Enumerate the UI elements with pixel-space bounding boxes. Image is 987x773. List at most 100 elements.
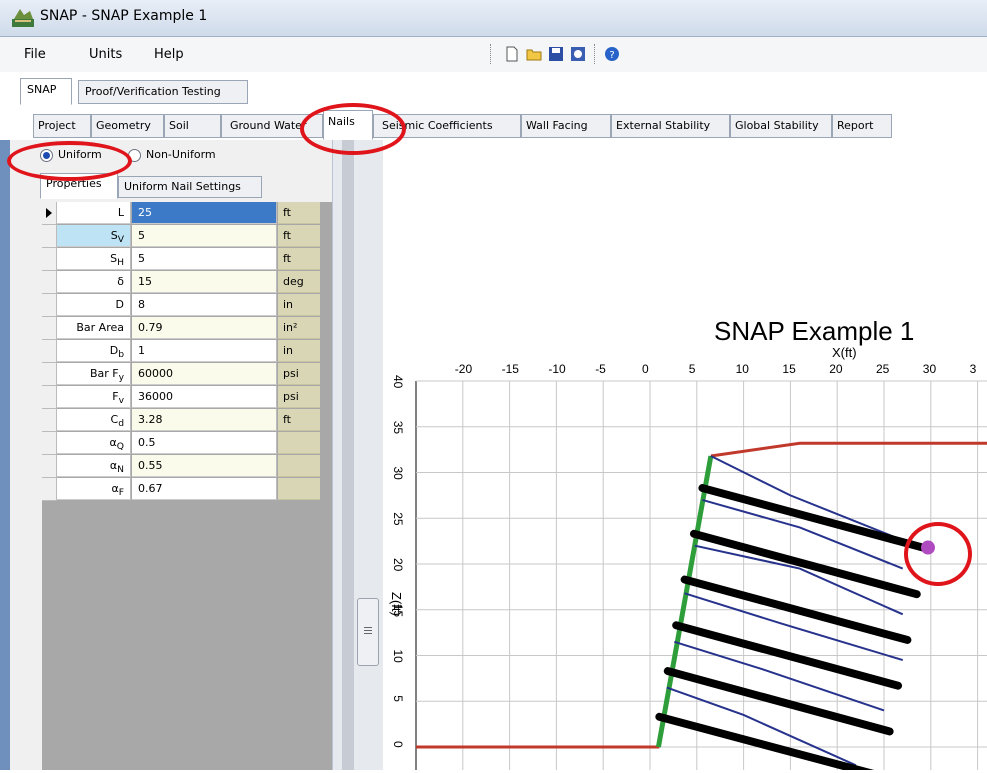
- tab-project[interactable]: Project: [33, 114, 91, 138]
- property-unit: ft: [278, 248, 320, 270]
- property-row[interactable]: Fv 36000 psi: [42, 386, 332, 409]
- property-name-text: D: [109, 344, 119, 357]
- property-value[interactable]: 0.55: [132, 455, 277, 477]
- row-header[interactable]: [42, 432, 57, 455]
- property-row[interactable]: αF 0.67: [42, 478, 332, 501]
- property-row[interactable]: SV 5 ft: [42, 225, 332, 248]
- tab-uniform-nail-settings[interactable]: Uniform Nail Settings: [118, 176, 262, 198]
- snap-app-icon: [12, 9, 34, 27]
- row-header[interactable]: [42, 455, 57, 478]
- property-row[interactable]: Bar Area 0.79 in²: [42, 317, 332, 340]
- z-tick-label: 5: [391, 695, 405, 702]
- menu-file[interactable]: File: [24, 47, 46, 62]
- open-folder-icon[interactable]: [526, 46, 542, 62]
- x-tick-label: 25: [876, 362, 890, 376]
- title-bar: SNAP - SNAP Example 1: [0, 0, 987, 37]
- row-header[interactable]: [42, 409, 57, 432]
- new-file-icon[interactable]: [504, 46, 520, 62]
- row-header[interactable]: [42, 225, 57, 248]
- property-unit: in: [278, 294, 320, 316]
- tab-wall-facing[interactable]: Wall Facing: [521, 114, 611, 138]
- property-row[interactable]: Bar Fy 60000 psi: [42, 363, 332, 386]
- tab-label: Project: [38, 119, 76, 132]
- property-name-text: D: [115, 298, 124, 311]
- splitter-handle[interactable]: [357, 598, 379, 666]
- x-tick-label: 20: [829, 362, 843, 376]
- row-header[interactable]: [42, 340, 57, 363]
- property-unit: psi: [278, 363, 320, 385]
- tab-snap-label: SNAP: [27, 83, 57, 96]
- property-unit: ft: [278, 225, 320, 247]
- property-row[interactable]: αQ 0.5: [42, 432, 332, 455]
- property-name-text: α: [111, 482, 119, 495]
- svg-text:?: ?: [609, 50, 614, 61]
- property-row[interactable]: L 25 ft: [42, 202, 332, 225]
- property-value[interactable]: 8: [132, 294, 277, 316]
- row-header[interactable]: [42, 248, 57, 271]
- tab-geometry[interactable]: Geometry: [91, 114, 164, 138]
- print-preview-icon[interactable]: [570, 46, 586, 62]
- save-icon[interactable]: [548, 46, 564, 62]
- tab-soil[interactable]: Soil: [164, 114, 221, 138]
- property-row[interactable]: Cd 3.28 ft: [42, 409, 332, 432]
- property-value[interactable]: 15: [132, 271, 277, 293]
- splitter-bar[interactable]: [342, 140, 354, 770]
- menu-bar: File Units Help ?: [0, 37, 987, 72]
- tab-label: External Stability: [616, 119, 711, 132]
- property-value[interactable]: 0.67: [132, 478, 277, 500]
- property-row[interactable]: δ 15 deg: [42, 271, 332, 294]
- uniform-highlight-circle: [7, 141, 132, 181]
- row-header[interactable]: [42, 202, 57, 225]
- property-value[interactable]: 0.5: [132, 432, 277, 454]
- property-row[interactable]: Db 1 in: [42, 340, 332, 363]
- z-tick-label: 0: [391, 741, 405, 748]
- tab-global-stability[interactable]: Global Stability: [730, 114, 832, 138]
- property-row[interactable]: D 8 in: [42, 294, 332, 317]
- help-icon[interactable]: ?: [604, 46, 620, 62]
- tab-label: Wall Facing: [526, 119, 588, 132]
- row-header[interactable]: [42, 271, 57, 294]
- property-value[interactable]: 1: [132, 340, 277, 362]
- tab-label: Global Stability: [735, 119, 819, 132]
- property-name: L: [57, 202, 131, 224]
- row-header[interactable]: [42, 317, 57, 340]
- x-tick-label: -20: [455, 362, 473, 376]
- property-name-text: Bar Area: [76, 321, 124, 334]
- panel-splitter: [333, 140, 383, 770]
- property-value[interactable]: 60000: [132, 363, 277, 385]
- row-header[interactable]: [42, 478, 57, 501]
- z-tick-label: 20: [391, 558, 405, 572]
- tab-proof-label: Proof/Verification Testing: [85, 85, 221, 98]
- property-name: Bar Fy: [57, 363, 131, 385]
- menu-help[interactable]: Help: [154, 47, 184, 62]
- x-tick-label: 30: [923, 362, 937, 376]
- property-value[interactable]: 36000: [132, 386, 277, 408]
- toolbar-separator: [490, 44, 493, 64]
- x-tick-label: 0: [642, 362, 649, 376]
- z-axis-label: Z(ft): [389, 592, 404, 616]
- menu-units[interactable]: Units: [89, 47, 122, 62]
- nails-properties-panel: Uniform Non-Uniform Properties Uniform N…: [10, 140, 333, 770]
- property-row[interactable]: αN 0.55: [42, 455, 332, 478]
- main-tab-strip: SNAP Proof/Verification Testing: [0, 72, 987, 107]
- row-header[interactable]: [42, 386, 57, 409]
- property-row[interactable]: SH 5 ft: [42, 248, 332, 271]
- x-tick-label: 5: [689, 362, 696, 376]
- property-value[interactable]: 5: [132, 248, 277, 270]
- z-tick-label: 35: [391, 421, 405, 435]
- tab-report[interactable]: Report: [832, 114, 892, 138]
- property-value[interactable]: 25: [132, 202, 277, 224]
- tab-proof-verification[interactable]: Proof/Verification Testing: [78, 80, 248, 104]
- property-unit: deg: [278, 271, 320, 293]
- property-name-text: α: [109, 436, 117, 449]
- property-value[interactable]: 3.28: [132, 409, 277, 431]
- property-value[interactable]: 5: [132, 225, 277, 247]
- row-header[interactable]: [42, 363, 57, 386]
- row-header[interactable]: [42, 294, 57, 317]
- tab-snap[interactable]: SNAP: [20, 78, 72, 105]
- properties-grid: L 25 ft SV 5 ft SH 5 ft δ 15 deg D 8 in Bar Area 0.79 in²…: [42, 202, 332, 770]
- property-unit: in: [278, 340, 320, 362]
- property-value[interactable]: 0.79: [132, 317, 277, 339]
- tab-external-stability[interactable]: External Stability: [611, 114, 730, 138]
- property-name: Db: [57, 340, 131, 362]
